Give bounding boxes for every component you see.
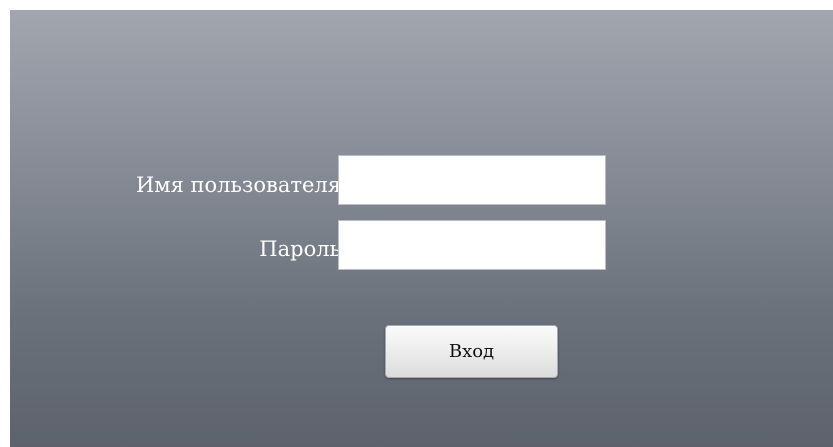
password-label: Пароль [259, 237, 341, 261]
password-input[interactable] [338, 220, 606, 270]
username-label: Имя пользователя [135, 173, 341, 197]
login-panel: Имя пользователя Пароль Вход [10, 10, 833, 447]
login-button[interactable]: Вход [385, 325, 558, 378]
username-input[interactable] [338, 155, 606, 205]
